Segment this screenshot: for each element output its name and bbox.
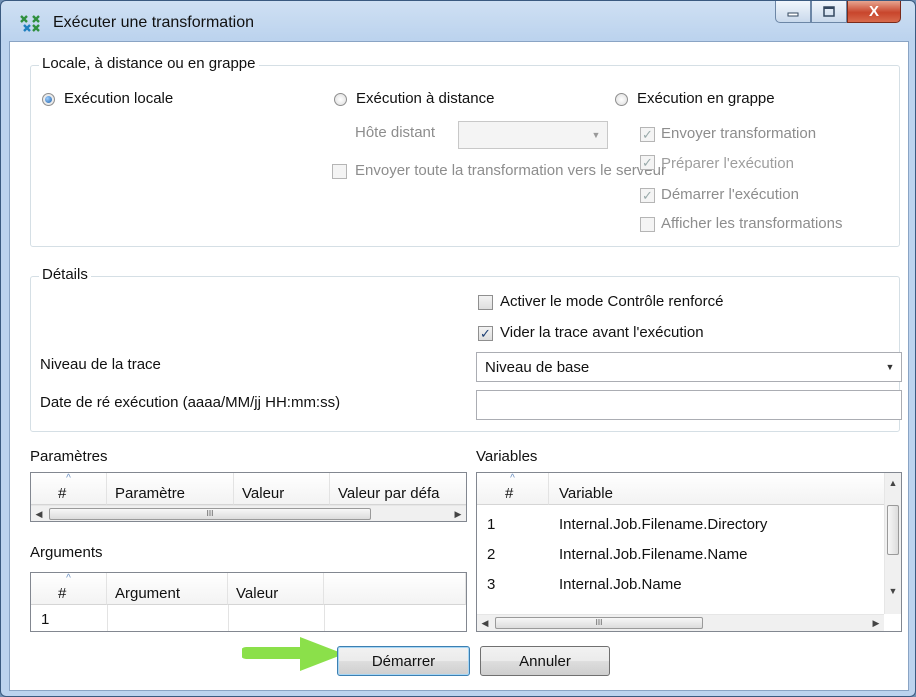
safe-mode-checkbox[interactable] [478, 295, 493, 310]
replay-date-input[interactable] [476, 390, 902, 420]
arguments-col-name[interactable]: Argument [107, 573, 228, 605]
scroll-down-icon[interactable]: ▼ [885, 583, 901, 599]
title-bar[interactable]: Exécuter une transformation X [1, 1, 915, 41]
cluster-show-checkbox[interactable] [640, 217, 655, 232]
send-all-checkbox[interactable] [332, 164, 347, 179]
table-row[interactable]: 3 Internal.Job.Name [477, 569, 901, 599]
cluster-send-checkbox[interactable]: ✓ [640, 127, 655, 142]
maximize-icon [823, 6, 835, 17]
parameters-title: Paramètres [30, 448, 108, 465]
scroll-up-icon[interactable]: ▲ [885, 475, 901, 491]
pointer-arrow-icon [242, 637, 344, 671]
parameters-hscrollbar[interactable]: ◀ III ▶ [31, 505, 466, 521]
close-icon: X [868, 3, 879, 20]
variables-col-index[interactable]: ^ # [477, 473, 549, 505]
variables-hscrollbar[interactable]: ◀ III ▶ [477, 614, 884, 631]
scroll-right-icon[interactable]: ▶ [450, 506, 466, 521]
table-row[interactable]: 1 Internal.Job.Filename.Directory [477, 509, 901, 539]
cluster-start-label[interactable]: Démarrer l'exécution [661, 186, 799, 203]
variable-row-index: 2 [487, 546, 496, 563]
variables-table: ^ # Variable 1 Internal.Job.Filename.Dire… [476, 472, 902, 632]
start-button[interactable]: Démarrer [337, 646, 470, 676]
dialog-window: Exécuter une transformation X Locale, à … [0, 0, 916, 697]
arguments-col-index[interactable]: ^ # [31, 573, 107, 605]
table-row[interactable]: 1 [31, 605, 466, 631]
log-level-select[interactable]: Niveau de base ▼ [476, 352, 902, 382]
close-button[interactable]: X [847, 1, 901, 23]
cluster-send-label[interactable]: Envoyer transformation [661, 125, 816, 142]
log-level-label: Niveau de la trace [40, 356, 161, 373]
log-level-value: Niveau de base [485, 359, 590, 376]
parameters-col-default[interactable]: Valeur par défa [330, 473, 466, 505]
cluster-start-checkbox[interactable]: ✓ [640, 188, 655, 203]
replay-date-label: Date de ré exécution (aaaa/MM/jj HH:mm:s… [40, 394, 341, 411]
minimize-button[interactable] [775, 1, 811, 23]
execution-mode-legend: Locale, à distance ou en grappe [39, 55, 259, 72]
parameters-col-index[interactable]: ^ # [31, 473, 107, 505]
radio-local-label[interactable]: Exécution locale [64, 90, 173, 107]
parameters-scroll-thumb[interactable]: III [49, 508, 371, 520]
variables-title: Variables [476, 448, 538, 465]
radio-remote-label[interactable]: Exécution à distance [356, 90, 494, 107]
arguments-table: ^ # Argument Valeur 1 [30, 572, 467, 632]
send-all-label[interactable]: Envoyer toute la transformation vers le … [355, 162, 666, 179]
radio-local-execution[interactable] [42, 93, 55, 106]
remote-host-label: Hôte distant [355, 124, 436, 141]
variable-row-name: Internal.Job.Filename.Name [559, 546, 748, 563]
table-row[interactable]: 2 Internal.Job.Filename.Name [477, 539, 901, 569]
cluster-prepare-checkbox[interactable]: ✓ [640, 155, 655, 170]
scroll-right-icon[interactable]: ▶ [868, 615, 884, 631]
details-legend: Détails [39, 266, 91, 283]
arguments-title: Arguments [30, 544, 103, 561]
arguments-col-value[interactable]: Valeur [228, 573, 324, 605]
radio-cluster-label[interactable]: Exécution en grappe [637, 90, 775, 107]
clear-log-label[interactable]: Vider la trace avant l'exécution [500, 324, 704, 341]
scroll-left-icon[interactable]: ◀ [31, 506, 47, 521]
parameters-col-value[interactable]: Valeur [234, 473, 330, 505]
variables-scroll-thumb[interactable]: III [495, 617, 703, 629]
minimize-icon [787, 12, 799, 16]
dropdown-arrow-icon: ▼ [885, 362, 895, 372]
variable-row-name: Internal.Job.Name [559, 576, 682, 593]
variable-row-name: Internal.Job.Filename.Directory [559, 516, 768, 533]
dropdown-arrow-icon: ▼ [591, 130, 601, 140]
radio-cluster-execution[interactable] [615, 93, 628, 106]
remote-host-select[interactable]: ▼ [458, 121, 608, 149]
parameters-table: ^ # Paramètre Valeur Valeur par défa ◀ II… [30, 472, 467, 522]
arguments-col-extra [324, 573, 466, 605]
cluster-show-label[interactable]: Afficher les transformations [661, 215, 842, 232]
dialog-client-area: Locale, à distance ou en grappe Exécutio… [9, 41, 909, 691]
variables-col-name[interactable]: Variable [549, 473, 885, 505]
parameters-col-name[interactable]: Paramètre [107, 473, 234, 505]
variable-row-index: 1 [487, 516, 496, 533]
clear-log-checkbox[interactable]: ✓ [478, 326, 493, 341]
safe-mode-label[interactable]: Activer le mode Contrôle renforcé [500, 293, 723, 310]
radio-remote-execution[interactable] [334, 93, 347, 106]
variables-vscroll-thumb[interactable] [887, 505, 899, 555]
cluster-prepare-label[interactable]: Préparer l'exécution [661, 155, 794, 172]
maximize-button[interactable] [811, 1, 847, 23]
app-transform-icon [20, 15, 40, 32]
cancel-button[interactable]: Annuler [480, 646, 610, 676]
window-title: Exécuter une transformation [53, 14, 254, 31]
scroll-left-icon[interactable]: ◀ [477, 615, 493, 631]
variables-vscrollbar[interactable]: ▲ ▼ [884, 473, 901, 614]
variable-row-index: 3 [487, 576, 496, 593]
argument-row-index: 1 [41, 611, 50, 628]
